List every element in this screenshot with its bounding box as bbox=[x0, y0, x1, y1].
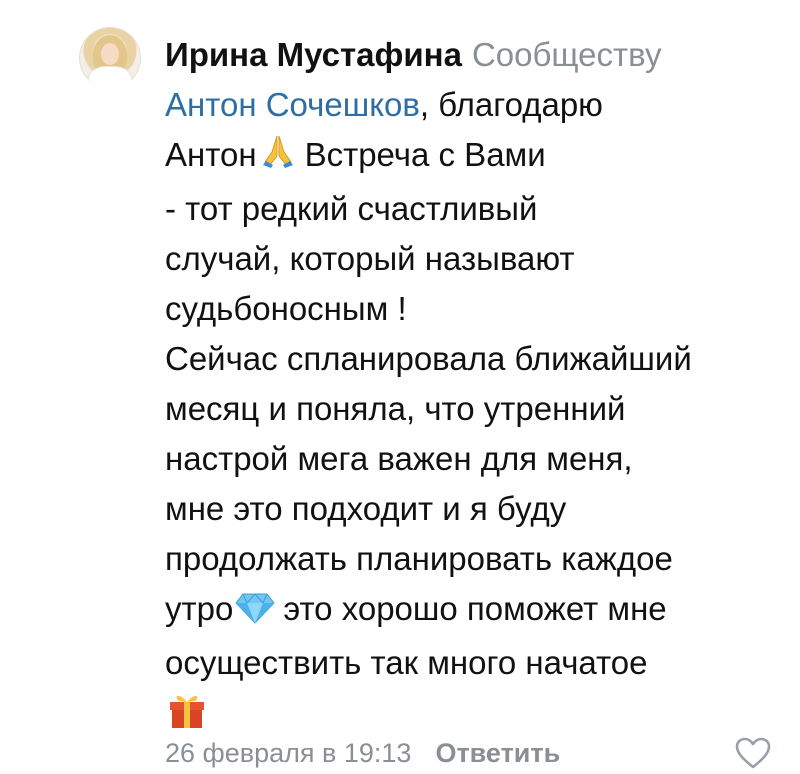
comment-text: это хорошо поможет мне bbox=[283, 590, 667, 627]
comment-text: судьбоносным ! bbox=[165, 290, 407, 327]
heart-icon bbox=[735, 737, 771, 769]
comment-text: мне это подходит и я буду bbox=[165, 490, 567, 527]
reply-target[interactable]: Сообществу bbox=[472, 36, 662, 73]
comment-text: Антон bbox=[165, 136, 257, 173]
comment-text: осуществить так много начатое bbox=[165, 644, 648, 681]
comment-content: Ирина Мустафина Сообществу Антон Сочешков… bbox=[165, 30, 775, 744]
comment-line-1: Антон Сочешков, благодарю bbox=[165, 80, 775, 130]
author-name[interactable]: Ирина Мустафина bbox=[165, 36, 462, 73]
like-button[interactable] bbox=[735, 737, 771, 769]
comment-text: продолжать планировать каждое bbox=[165, 540, 673, 577]
avatar-body bbox=[89, 67, 131, 89]
reply-button[interactable]: Ответить bbox=[435, 738, 560, 768]
comment-header: Ирина Мустафина Сообществу bbox=[165, 30, 775, 80]
comment-date: 26 февраля в 19:13 bbox=[165, 738, 412, 768]
comment-footer: 26 февраля в 19:13 Ответить bbox=[165, 733, 775, 773]
praying-hands-icon bbox=[259, 132, 297, 184]
comment-text: - тот редкий счастливый bbox=[165, 190, 538, 227]
comment-line-12: утро это хорошо поможет мне bbox=[165, 584, 775, 638]
avatar-face bbox=[101, 43, 119, 65]
comment-text: случай, который называют bbox=[165, 240, 575, 277]
avatar[interactable] bbox=[79, 27, 141, 89]
comment-text: Сейчас спланировала ближайший bbox=[165, 340, 692, 377]
mention-link[interactable]: Антон Сочешков bbox=[165, 86, 420, 123]
comment-line-2: Антон Встреча с Вами bbox=[165, 130, 775, 184]
diamond-icon bbox=[235, 588, 275, 638]
comment-text: Встреча с Вами bbox=[304, 136, 546, 173]
comment-text: утро bbox=[165, 590, 234, 627]
comment-text: настрой мега важен для меня, bbox=[165, 440, 633, 477]
comment-text: месяц и поняла, что утренний bbox=[165, 390, 626, 427]
comment-text: , благодарю bbox=[419, 86, 603, 123]
